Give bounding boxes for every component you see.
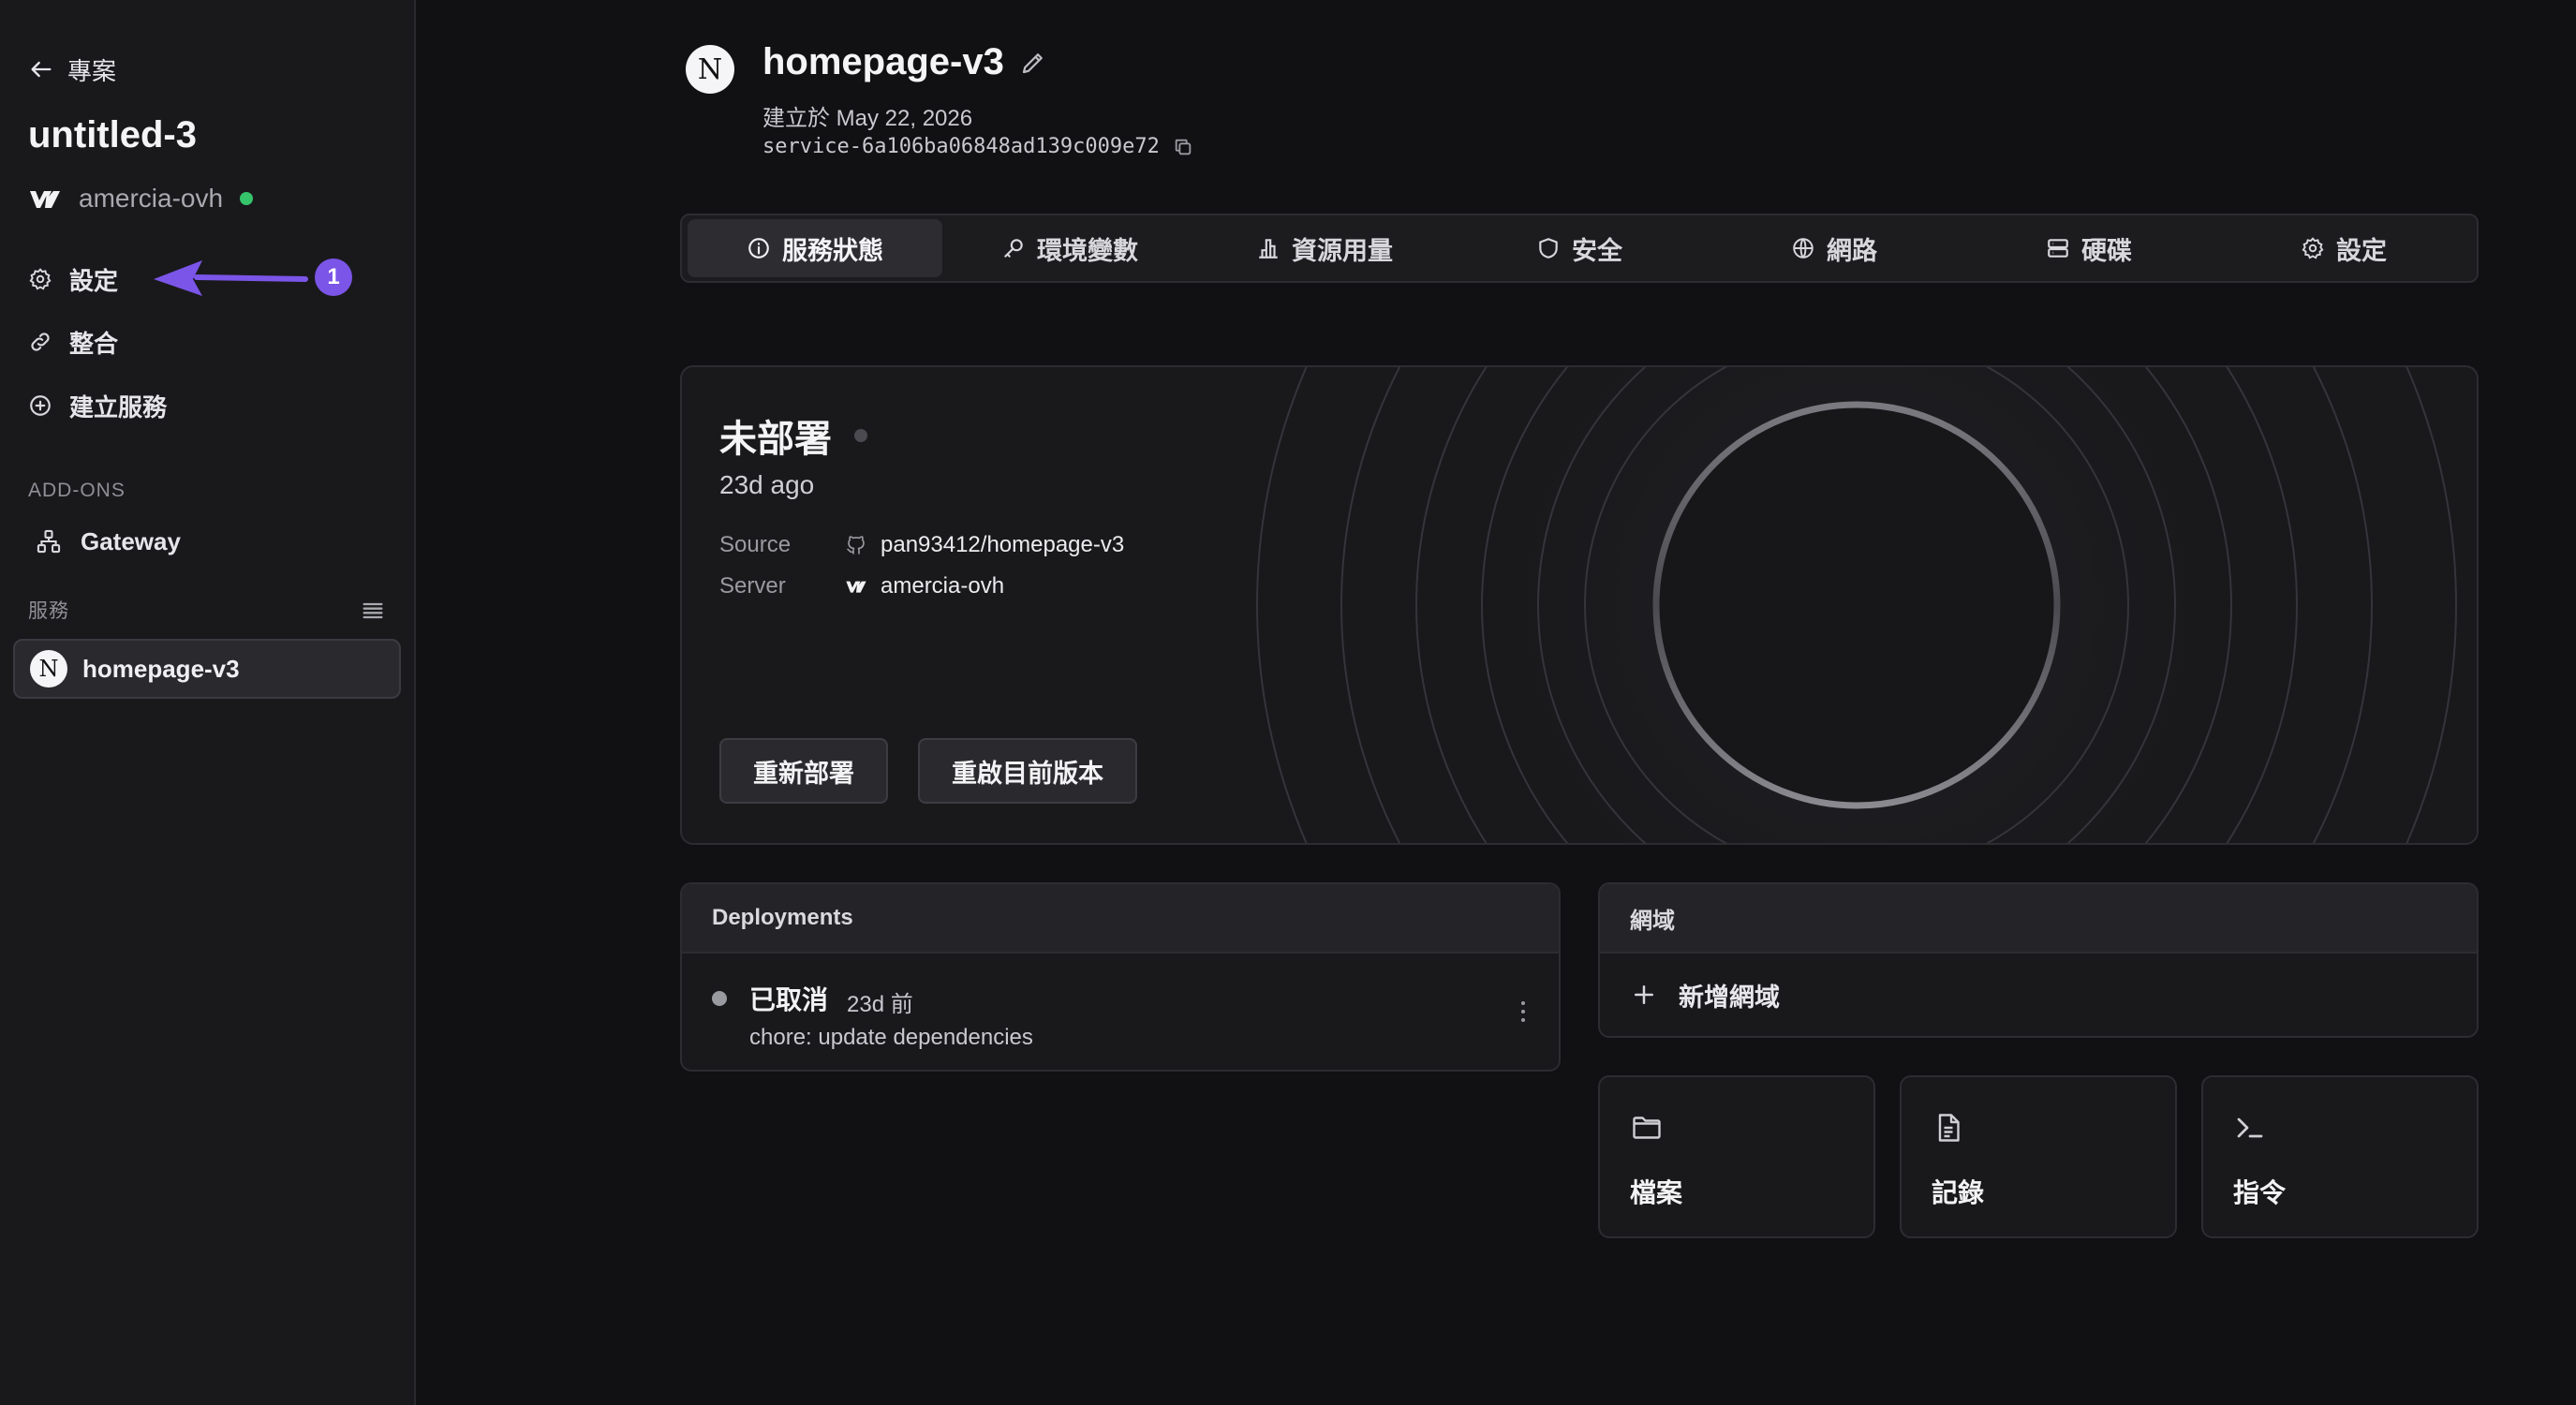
tab-label: 硬碟: [2081, 236, 2132, 265]
server-name: amercia-ovh: [79, 184, 224, 213]
status-title-row: 未部署: [719, 408, 867, 463]
github-icon: [847, 536, 865, 555]
disk-icon: [2048, 239, 2068, 258]
deployment-row[interactable]: 已取消 23d 前 chore: update dependencies: [682, 954, 1559, 1070]
server-label: Server: [719, 573, 786, 599]
service-item-label: homepage-v3: [82, 654, 240, 683]
files-label: 檔案: [1630, 1178, 1683, 1207]
service-tabs: 服務狀態 環境變數 資源用量 安全 網路 硬碟 設定: [680, 214, 2479, 283]
project-title: untitled-3: [28, 114, 197, 155]
service-title: homepage-v3: [762, 41, 1047, 83]
service-logo-icon: N: [686, 45, 734, 94]
gear-icon: [2302, 237, 2324, 259]
created-date: 建立於 May 22, 2026: [762, 106, 973, 131]
arrow-left-icon: [31, 61, 52, 78]
pencil-icon[interactable]: [1019, 49, 1047, 77]
sidebar-item-integrations[interactable]: 整合: [28, 321, 118, 362]
online-status-dot: [240, 192, 254, 205]
commands-tile[interactable]: 指令: [2201, 1075, 2479, 1238]
service-name: homepage-v3: [762, 41, 1004, 82]
status-title: 未部署: [719, 419, 832, 460]
deployment-status-card: 未部署 23d ago Source pan93412/homepage-v3 …: [680, 365, 2479, 845]
service-id-row: service-6a106ba06848ad139c009e72: [762, 135, 1193, 158]
tab-security[interactable]: 安全: [1452, 219, 1707, 277]
sidebar-item-label: Gateway: [81, 526, 181, 555]
add-domain-label: 新增網域: [1679, 983, 1780, 1012]
bar-chart-icon: [1259, 239, 1278, 259]
logs-tile[interactable]: 記錄: [1900, 1075, 2177, 1238]
sidebar-item-label: 建立服務: [69, 392, 168, 422]
tab-resource-usage[interactable]: 資源用量: [1197, 219, 1452, 277]
terminal-icon: [2237, 1117, 2263, 1138]
shield-icon: [1539, 238, 1558, 259]
sidebar-item-gateway[interactable]: Gateway: [36, 523, 181, 560]
source-value[interactable]: pan93412/homepage-v3: [845, 532, 1124, 558]
gear-icon: [29, 268, 52, 290]
globe-icon: [1793, 238, 1814, 259]
app-root: 專案 untitled-3 amercia-ovh 設定 整合 建立服務 ADD…: [0, 0, 2576, 1405]
tab-label: 網路: [1827, 236, 1877, 265]
more-options-icon[interactable]: [1519, 998, 1527, 1025]
source-repo: pan93412/homepage-v3: [881, 532, 1125, 557]
tab-service-status[interactable]: 服務狀態: [688, 219, 942, 277]
restart-current-version-button[interactable]: 重啟目前版本: [918, 738, 1137, 804]
sidebar: 專案 untitled-3 amercia-ovh 設定 整合 建立服務 ADD…: [0, 0, 416, 1405]
ovh-logo-icon: [28, 187, 62, 210]
deployments-panel: Deployments 已取消 23d 前 chore: update depe…: [680, 882, 1561, 1072]
link-icon: [31, 333, 50, 351]
source-label: Source: [719, 532, 792, 557]
tab-label: 資源用量: [1292, 236, 1393, 265]
annotation-badge: 1: [315, 259, 352, 296]
logs-label: 記錄: [1932, 1178, 1985, 1207]
tab-label: 環境變數: [1037, 236, 1138, 265]
sidebar-item-label: 整合: [69, 329, 119, 358]
sidebar-service-item[interactable]: N homepage-v3: [13, 639, 401, 699]
redeploy-button[interactable]: 重新部署: [719, 738, 888, 804]
tab-label: 設定: [2336, 236, 2387, 265]
sidebar-item-label: 設定: [69, 266, 119, 295]
tab-label: 安全: [1572, 236, 1622, 265]
folder-icon: [1633, 1117, 1661, 1139]
server-name: amercia-ovh: [881, 573, 1005, 599]
service-id: service-6a106ba06848ad139c009e72: [762, 135, 1160, 158]
tab-disk[interactable]: 硬碟: [1962, 219, 2216, 277]
source-row: Source pan93412/homepage-v3: [719, 532, 1124, 558]
deployments-title: Deployments: [682, 884, 1559, 954]
tab-network[interactable]: 網路: [1707, 219, 1962, 277]
document-icon: [1938, 1114, 1960, 1142]
back-link-label: 專案: [67, 56, 117, 85]
deployment-time: 23d 前: [847, 992, 913, 1017]
files-tile[interactable]: 檔案: [1598, 1075, 1875, 1238]
deployment-status-dot: [712, 991, 727, 1006]
add-domain-button[interactable]: 新增網域: [1600, 954, 2477, 1036]
plus-icon: [1635, 985, 1653, 1004]
server-value: amercia-ovh: [845, 573, 1004, 599]
tab-settings[interactable]: 設定: [2216, 219, 2471, 277]
network-icon: [37, 529, 61, 554]
info-icon: [748, 238, 769, 259]
domains-panel: 網域 新增網域: [1598, 882, 2479, 1038]
copy-icon[interactable]: [1173, 137, 1193, 157]
back-to-projects-link[interactable]: 專案: [28, 52, 116, 86]
key-icon: [1004, 239, 1023, 258]
status-time: 23d ago: [719, 470, 815, 499]
deployment-commit-message: chore: update dependencies: [749, 1025, 1033, 1050]
sidebar-item-settings[interactable]: 設定: [28, 259, 118, 300]
sidebar-item-create-service[interactable]: 建立服務: [28, 385, 167, 426]
nextjs-logo-icon: N: [30, 650, 67, 688]
status-dot: [854, 429, 867, 442]
annotation-arrow-icon: [154, 260, 308, 296]
server-indicator: amercia-ovh: [28, 184, 254, 214]
deployment-status: 已取消: [749, 985, 829, 1014]
commands-label: 指令: [2233, 1178, 2287, 1207]
addons-section-label: ADD-ONS: [28, 480, 126, 501]
tab-label: 服務狀態: [782, 236, 883, 265]
list-icon[interactable]: [360, 598, 386, 624]
server-row: Server amercia-ovh: [719, 573, 1004, 599]
tab-env-vars[interactable]: 環境變數: [942, 219, 1197, 277]
plus-circle-icon: [30, 395, 51, 416]
ovh-logo-icon: [846, 581, 866, 593]
domains-title: 網域: [1600, 884, 2477, 954]
services-section-label: 服務: [28, 600, 69, 622]
